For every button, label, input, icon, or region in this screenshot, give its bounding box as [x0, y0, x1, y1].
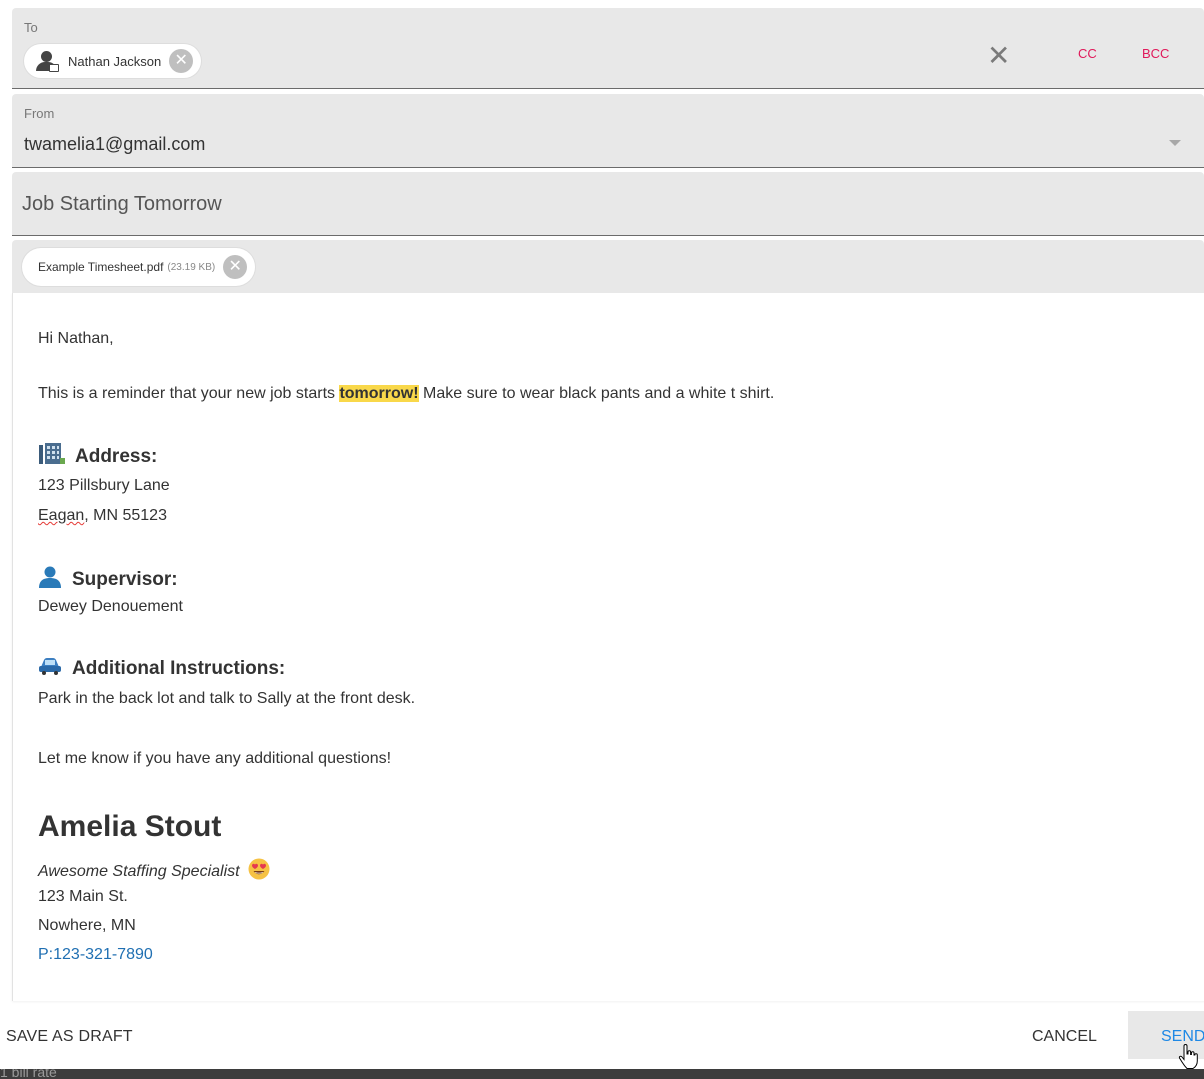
attachment-size: (23.19 KB) — [167, 261, 216, 273]
heart-eyes-emoji-icon — [248, 858, 270, 885]
from-select[interactable]: From twamelia1@gmail.com — [12, 94, 1204, 168]
address-line2: Eagan, MN 55123 — [38, 507, 167, 525]
instructions-heading: Additional Instructions: — [38, 657, 285, 681]
address-city: Eagan — [38, 507, 85, 524]
message-body-editor[interactable]: Hi Nathan, This is a reminder that your … — [12, 293, 1204, 1001]
attachments-area: Example Timesheet.pdf (23.19 KB) ✕ — [12, 240, 1204, 296]
reminder-text-before: This is a reminder that your new job sta… — [38, 385, 340, 402]
greeting: Hi Nathan, — [38, 330, 114, 347]
from-label: From — [24, 106, 55, 121]
contact-person-icon — [34, 50, 60, 72]
signature-phone-link[interactable]: P:123-321-7890 — [38, 946, 153, 964]
recipient-name: Nathan Jackson — [68, 53, 162, 69]
save-as-draft-button[interactable]: SAVE AS DRAFT — [6, 1028, 133, 1046]
from-value: twamelia1@gmail.com — [24, 134, 206, 154]
supervisor-heading: Supervisor: — [38, 566, 178, 594]
bcc-button[interactable]: BCC — [1142, 46, 1169, 61]
instructions-heading-text: Additional Instructions: — [72, 658, 286, 679]
signature-address-line2: Nowhere, MN — [38, 917, 136, 934]
cancel-button[interactable]: CANCEL — [1032, 1028, 1097, 1046]
address-heading-text: Address: — [75, 446, 158, 467]
supervisor-heading-text: Supervisor: — [72, 569, 178, 590]
car-icon — [38, 657, 62, 681]
person-icon — [38, 566, 62, 594]
subject-value: Job Starting Tomorrow — [22, 193, 222, 215]
signature-title-line: Awesome Staffing Specialist — [38, 858, 270, 885]
cc-button[interactable]: CC — [1078, 46, 1097, 61]
background-text: 1 bill rate — [0, 1069, 57, 1079]
address-line1: 123 Pillsbury Lane — [38, 477, 170, 494]
remove-recipient-icon[interactable]: ✕ — [169, 49, 194, 73]
instructions-text: Park in the back lot and talk to Sally a… — [38, 690, 416, 707]
signature-address-line1: 123 Main St. — [38, 888, 128, 905]
chevron-down-icon[interactable] — [1169, 140, 1181, 146]
reminder-text-after: Make sure to wear black pants and a whit… — [418, 385, 775, 402]
highlighted-text: tomorrow! — [339, 385, 419, 402]
signature-name: Amelia Stout — [38, 810, 222, 843]
address-heading: Address: — [38, 443, 157, 471]
remove-attachment-icon[interactable]: ✕ — [223, 255, 248, 279]
to-label: To — [24, 20, 38, 35]
background-page-strip: 1 bill rate — [0, 1069, 1204, 1079]
to-field[interactable]: To Nathan Jackson ✕ ✕ CC BCC — [12, 8, 1204, 89]
subject-input[interactable]: Job Starting Tomorrow — [12, 172, 1204, 236]
close-icon[interactable]: ✕ — [987, 42, 1010, 70]
reminder-paragraph: This is a reminder that your new job sta… — [38, 385, 774, 403]
supervisor-name: Dewey Denouement — [38, 598, 183, 615]
closing-line: Let me know if you have any additional q… — [38, 750, 392, 767]
office-building-icon — [38, 443, 65, 471]
attachment-filename: Example Timesheet.pdf — [38, 260, 164, 274]
attachment-chip[interactable]: Example Timesheet.pdf (23.19 KB) ✕ — [22, 248, 256, 286]
recipient-chip[interactable]: Nathan Jackson ✕ — [24, 44, 202, 78]
address-state-zip: , MN 55123 — [84, 507, 167, 524]
signature-title: Awesome Staffing Specialist — [38, 863, 240, 880]
